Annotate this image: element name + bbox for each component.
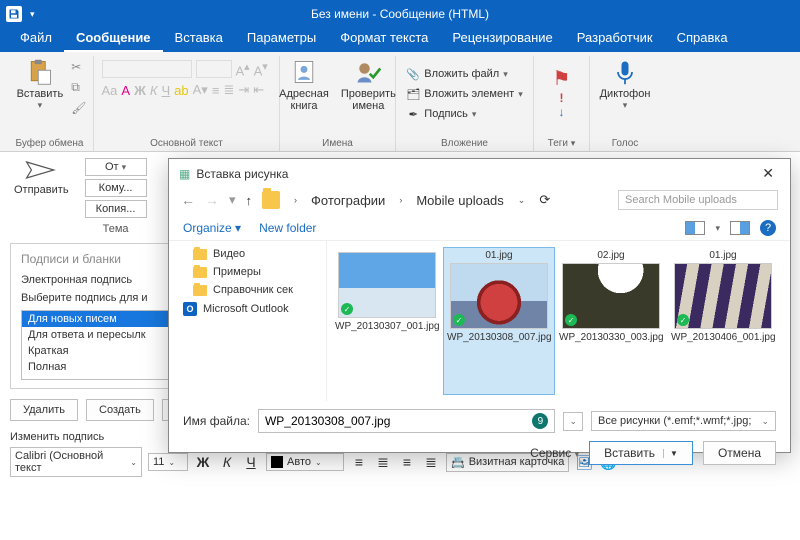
group-voice: Голос xyxy=(612,136,639,151)
nav-fwd-icon[interactable]: → xyxy=(205,192,219,208)
group-include: Вложение xyxy=(441,136,488,151)
font-controls[interactable]: A▴A▾AaA ЖКЧabA▾ ≡≣⇥⇤ xyxy=(102,56,272,98)
view-mode-icon[interactable] xyxy=(685,221,705,235)
tab-file[interactable]: Файл xyxy=(8,28,64,52)
close-icon[interactable]: ✕ xyxy=(756,165,780,182)
insert-button[interactable]: Вставить▼ xyxy=(589,441,693,465)
file-thumb[interactable]: ✓ WP_20130307_001.jpg xyxy=(331,247,443,395)
signature-button[interactable]: ✒Подпись▾ xyxy=(402,105,480,123)
cut-icon[interactable]: ✂ xyxy=(71,60,86,74)
tools-menu[interactable]: Сервис ▾ xyxy=(530,446,579,460)
crumb-1[interactable]: Фотографии xyxy=(311,193,385,208)
help-icon[interactable]: ? xyxy=(760,220,776,236)
font-select[interactable]: Calibri (Основной текст⌄ xyxy=(10,447,142,477)
group-font: Основной текст xyxy=(150,136,223,151)
group-names: Имена xyxy=(322,136,353,151)
refresh-icon[interactable]: ⟳ xyxy=(539,192,550,208)
tree-item[interactable]: Примеры xyxy=(169,263,326,281)
send-button[interactable]: Отправить xyxy=(8,158,75,235)
create-button[interactable]: Создать xyxy=(86,399,154,421)
file-thumb[interactable]: 01.jpg ✓ WP_20130406_001.jpg xyxy=(667,247,779,395)
title-bar: ▾ Без имени - Сообщение (HTML) xyxy=(0,0,800,28)
preview-pane-icon[interactable] xyxy=(730,221,750,235)
check-names-button[interactable]: Проверить имена xyxy=(335,56,402,114)
filename-input[interactable]: 9 xyxy=(258,409,555,433)
ribbon-tabs: Файл Сообщение Вставка Параметры Формат … xyxy=(0,28,800,52)
dialog-title: Вставка рисунка xyxy=(196,167,288,181)
tree-item[interactable]: Видео xyxy=(169,245,326,263)
tab-options[interactable]: Параметры xyxy=(235,28,328,52)
subject-label: Тема xyxy=(85,223,147,235)
attach-item-button[interactable]: 🗂Вложить элемент▾ xyxy=(402,85,526,103)
search-input[interactable]: Search Mobile uploads xyxy=(618,190,778,210)
new-folder-button[interactable]: New folder xyxy=(259,221,316,235)
folder-tree: Видео Примеры Справочник сек OMicrosoft … xyxy=(169,241,327,401)
insert-picture-dialog: ▦ Вставка рисунка ✕ ← → ▾ ↑ › Фотографии… xyxy=(168,158,791,453)
filename-label: Имя файла: xyxy=(183,414,250,428)
picture-dialog-icon: ▦ xyxy=(179,167,190,181)
nav-up-icon[interactable]: ↑ xyxy=(246,193,253,208)
tab-format[interactable]: Формат текста xyxy=(328,28,440,52)
tab-message[interactable]: Сообщение xyxy=(64,28,163,52)
file-thumb[interactable]: 02.jpg ✓ WP_20130330_003.jpg xyxy=(555,247,667,395)
from-button[interactable]: От ▾ xyxy=(85,158,147,176)
delete-button[interactable]: Удалить xyxy=(10,399,78,421)
copy-icon[interactable]: ⧉ xyxy=(71,80,86,95)
tab-insert[interactable]: Вставка xyxy=(163,28,235,52)
importance-high-icon[interactable]: ! xyxy=(560,91,564,105)
attach-file-button[interactable]: 📎Вложить файл▾ xyxy=(402,65,511,83)
flag-icon[interactable]: ⚑ xyxy=(553,66,571,91)
cancel-button[interactable]: Отмена xyxy=(703,441,776,465)
group-tags: Теги ▾ xyxy=(548,136,576,151)
folder-icon xyxy=(262,191,280,209)
tab-review[interactable]: Рецензирование xyxy=(440,28,564,52)
importance-low-icon[interactable]: ↓ xyxy=(559,105,565,119)
tree-item[interactable]: OMicrosoft Outlook xyxy=(169,299,326,319)
tab-help[interactable]: Справка xyxy=(665,28,740,52)
dialog-nav: ← → ▾ ↑ › Фотографии › Mobile uploads ⌄ … xyxy=(169,188,790,216)
nav-back-icon[interactable]: ← xyxy=(181,192,195,208)
filename-dropdown[interactable]: ⌄ xyxy=(563,412,583,431)
callout-9: 9 xyxy=(532,413,548,429)
address-book-button[interactable]: Адресная книга xyxy=(273,56,335,114)
tab-developer[interactable]: Разработчик xyxy=(565,28,665,52)
organize-menu[interactable]: Organize ▾ xyxy=(183,221,241,235)
group-clipboard: Буфер обмена xyxy=(16,136,84,151)
tree-item[interactable]: Справочник сек xyxy=(169,281,326,299)
format-painter-icon[interactable]: 🖌 xyxy=(71,101,86,115)
to-button[interactable]: Кому... xyxy=(85,179,147,197)
ribbon: Вставить ▾ ✂ ⧉ 🖌 Буфер обмена A▴A▾AaA ЖК… xyxy=(0,52,800,152)
dictate-button[interactable]: Диктофон▾ xyxy=(594,56,657,113)
file-grid: ✓ WP_20130307_001.jpg 01.jpg ✓ WP_201303… xyxy=(327,241,790,401)
file-thumb[interactable]: 01.jpg ✓ WP_20130308_007.jpg xyxy=(443,247,555,395)
filetype-select[interactable]: Все рисунки (*.emf;*.wmf;*.jpg;⌄ xyxy=(591,411,776,431)
paste-button[interactable]: Вставить ▾ xyxy=(11,56,70,113)
window-title: Без имени - Сообщение (HTML) xyxy=(0,7,800,21)
crumb-2[interactable]: Mobile uploads xyxy=(416,193,503,208)
cc-button[interactable]: Копия... xyxy=(85,200,147,218)
